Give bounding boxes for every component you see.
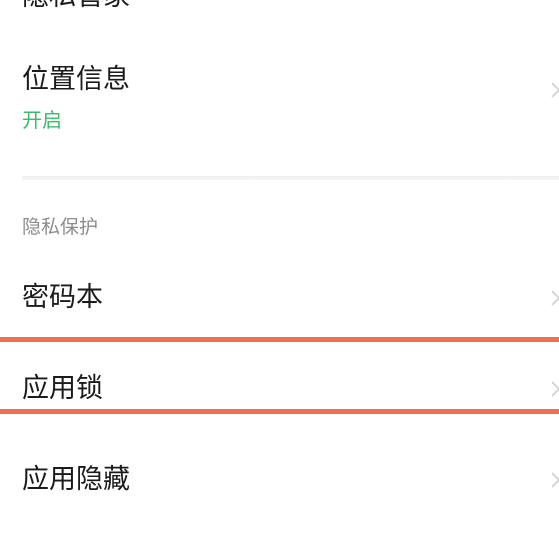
app-lock-item[interactable]: 应用锁 xyxy=(0,342,559,410)
location-item[interactable]: 位置信息 开启 xyxy=(0,50,559,150)
chevron-right-icon xyxy=(550,471,559,489)
privacy-manager-label: 隐私管家 xyxy=(22,0,130,12)
chevron-right-icon xyxy=(550,81,559,99)
chevron-right-icon xyxy=(550,289,559,307)
highlight-bottom-line xyxy=(0,409,559,414)
password-book-label: 密码本 xyxy=(22,282,103,313)
privacy-manager-item[interactable]: 隐私管家 xyxy=(0,0,559,20)
password-book-item[interactable]: 密码本 xyxy=(0,260,559,335)
app-hide-item[interactable]: 应用隐藏 xyxy=(0,415,559,525)
app-hide-label: 应用隐藏 xyxy=(22,464,130,495)
chevron-right-icon xyxy=(550,380,559,398)
location-label: 位置信息 xyxy=(22,64,130,95)
app-lock-label: 应用锁 xyxy=(22,373,103,404)
location-status: 开启 xyxy=(22,108,62,132)
settings-page: 隐私管家 位置信息 开启 隐私保护 密码本 应用锁 应用隐藏 xyxy=(0,0,559,547)
section-divider xyxy=(22,176,559,180)
privacy-protection-header: 隐私保护 xyxy=(22,216,99,238)
